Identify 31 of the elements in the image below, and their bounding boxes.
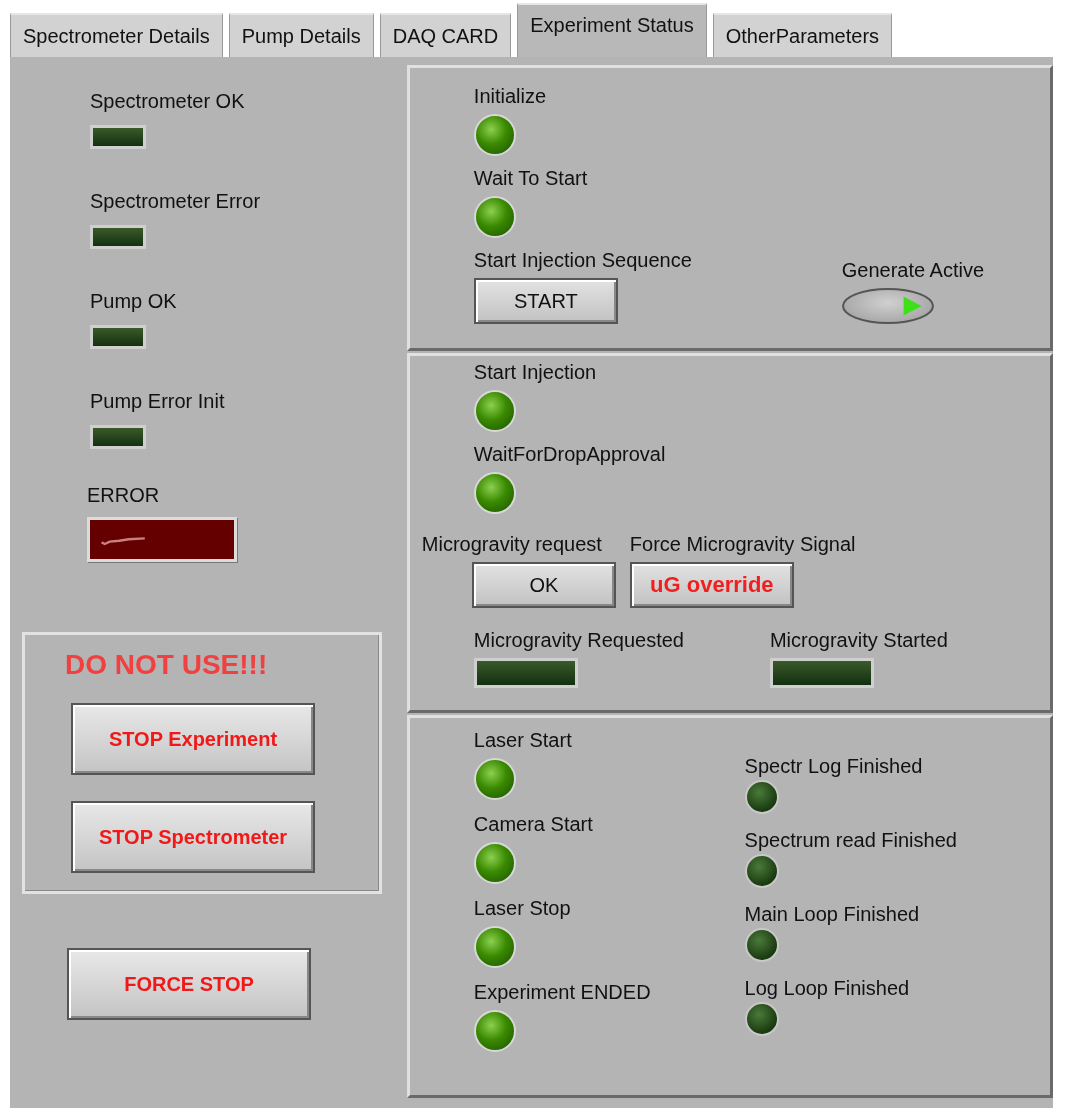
control-label: Force Microgravity Signal (629, 532, 856, 556)
tab[interactable]: OtherParameters (712, 13, 893, 57)
tab[interactable]: Pump Details (228, 13, 374, 57)
indicator-label: Spectrometer Error (90, 189, 262, 213)
indicator-label: Microgravity Requested (473, 628, 684, 652)
error-label: ERROR (87, 483, 161, 507)
control-label: Start Injection Sequence (473, 248, 692, 272)
led-label: Start Injection (473, 360, 597, 384)
ok-button[interactable]: OK (471, 562, 616, 608)
start-button[interactable]: START (473, 278, 618, 324)
led-label: Wait To Start (473, 166, 588, 190)
led-label: Main Loop Finished (744, 902, 920, 926)
led-label: Spectr Log Finished (744, 754, 923, 778)
toggle-label: Generate Active (841, 258, 985, 282)
led-label: Camera Start (473, 812, 593, 836)
led-label: Initialize (473, 84, 547, 108)
indicator-label: Pump OK (90, 289, 178, 313)
warning-title: DO NOT USE!!! (65, 649, 268, 681)
led-label: Laser Stop (473, 896, 571, 920)
control-label: Microgravity request (421, 532, 602, 556)
tab[interactable]: DAQ CARD (379, 13, 512, 57)
led-label: Spectrum read Finished (744, 828, 957, 852)
tab[interactable]: Spectrometer Details (10, 13, 223, 57)
led-label: Log Loop Finished (744, 976, 910, 1000)
led-label: WaitForDropApproval (473, 442, 666, 466)
indicator-label: Pump Error Init (90, 389, 226, 413)
led-label: Experiment ENDED (473, 980, 651, 1004)
indicator-label: Spectrometer OK (90, 89, 246, 113)
indicator-label: Microgravity Started (769, 628, 948, 652)
tab[interactable]: Experiment Status (517, 3, 707, 57)
led-label: Laser Start (473, 728, 572, 752)
